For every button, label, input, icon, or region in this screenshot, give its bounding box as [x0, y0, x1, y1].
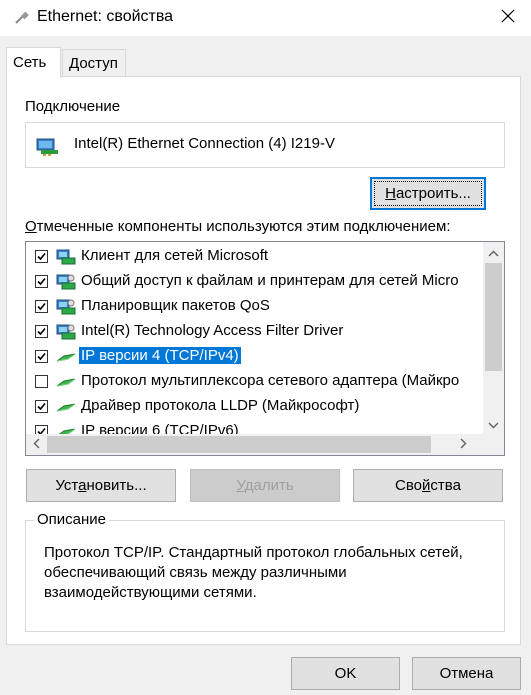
cancel-button-label: Отмена	[439, 665, 494, 682]
configure-button-label: Настроить...	[385, 185, 471, 202]
adapter-name: Intel(R) Ethernet Connection (4) I219-V	[74, 135, 335, 152]
component-label: Клиент для сетей Microsoft	[81, 247, 269, 264]
chevron-left-icon	[33, 436, 40, 453]
component-checkbox[interactable]	[35, 300, 48, 313]
component-checkbox[interactable]	[35, 350, 48, 363]
components-label: Отмеченные компоненты используются этим …	[25, 218, 451, 235]
configure-button[interactable]: Настроить...	[370, 177, 486, 210]
service-network-icon	[56, 323, 76, 341]
service-network-icon	[56, 273, 76, 291]
tab-panel: Подключение Intel(R) Ethernet Connection…	[6, 76, 521, 645]
close-icon	[501, 9, 515, 27]
component-checkbox[interactable]	[35, 275, 48, 288]
adapter-box: Intel(R) Ethernet Connection (4) I219-V	[25, 122, 505, 168]
network-cable-icon	[14, 11, 30, 25]
protocol-icon	[56, 398, 76, 416]
list-item[interactable]: Общий доступ к файлам и принтерам для се…	[26, 269, 484, 294]
window-title: Ethernet: свойства	[37, 8, 174, 25]
list-item[interactable]: IP версии 4 (TCP/IPv4)	[26, 344, 484, 369]
scroll-up-button[interactable]	[483, 242, 504, 263]
components-list[interactable]: Клиент для сетей Microsoft Общий доступ к…	[25, 241, 505, 456]
ok-button-label: OK	[334, 665, 357, 682]
components-list-viewport: Клиент для сетей Microsoft Общий доступ к…	[26, 242, 484, 435]
tab-network-label: Сеть	[13, 54, 47, 71]
component-label: Intel(R) Technology Access Filter Driver	[81, 322, 344, 339]
close-button[interactable]	[485, 0, 531, 36]
protocol-icon	[56, 373, 76, 391]
list-item[interactable]: Протокол мультиплексора сетевого адаптер…	[26, 369, 484, 394]
vertical-scrollbar[interactable]	[483, 242, 504, 435]
scroll-down-button[interactable]	[483, 414, 504, 435]
scroll-right-button[interactable]	[453, 434, 474, 455]
properties-button-label: Свойства	[395, 477, 461, 494]
tab-sharing[interactable]: Доступ	[62, 49, 126, 77]
list-item[interactable]: Планировщик пакетов QoS	[26, 294, 484, 319]
tab-network[interactable]: Сеть	[6, 47, 61, 78]
list-item[interactable]: Intel(R) Technology Access Filter Driver	[26, 319, 484, 344]
component-checkbox[interactable]	[35, 375, 48, 388]
network-adapter-icon	[36, 136, 60, 160]
horizontal-scrollbar[interactable]	[26, 434, 484, 455]
remove-button[interactable]: Удалить	[190, 469, 340, 502]
install-button-label: Установить...	[55, 477, 147, 494]
vertical-scroll-thumb[interactable]	[485, 263, 502, 371]
component-label: Протокол мультиплексора сетевого адаптер…	[81, 372, 460, 389]
properties-button[interactable]: Свойства	[353, 469, 503, 502]
protocol-icon	[56, 348, 76, 366]
install-button[interactable]: Установить...	[26, 469, 176, 502]
component-label: Общий доступ к файлам и принтерам для се…	[81, 272, 459, 289]
component-checkbox[interactable]	[35, 400, 48, 413]
scroll-left-button[interactable]	[26, 434, 47, 455]
list-item[interactable]: Драйвер протокола LLDP (Майкрософт)	[26, 394, 484, 419]
ok-button[interactable]: OK	[291, 657, 400, 690]
list-item[interactable]: Клиент для сетей Microsoft	[26, 244, 484, 269]
component-label: Планировщик пакетов QoS	[81, 297, 270, 314]
connection-label: Подключение	[25, 98, 121, 115]
title-bar: Ethernet: свойства	[0, 0, 531, 36]
component-checkbox[interactable]	[35, 250, 48, 263]
description-text: Протокол TCP/IP. Стандартный протокол гл…	[44, 544, 463, 601]
list-item[interactable]: IP версии 6 (TCP/IPv6)	[26, 419, 484, 435]
scrollbar-corner	[483, 434, 504, 455]
chevron-right-icon	[460, 436, 467, 453]
component-label: Драйвер протокола LLDP (Майкрософт)	[81, 397, 360, 414]
chevron-down-icon	[488, 416, 499, 433]
component-checkbox[interactable]	[35, 325, 48, 338]
tab-sharing-label: Доступ	[69, 55, 118, 72]
component-label: IP версии 4 (TCP/IPv4)	[78, 346, 242, 365]
remove-button-label: Удалить	[236, 477, 294, 494]
chevron-up-icon	[488, 244, 499, 261]
client-network-icon	[56, 248, 76, 266]
horizontal-scroll-thumb[interactable]	[47, 436, 431, 453]
description-legend: Описание	[34, 511, 110, 528]
service-network-icon	[56, 298, 76, 316]
description-group: Описание Протокол TCP/IP. Стандартный пр…	[25, 511, 505, 632]
cancel-button[interactable]: Отмена	[412, 657, 521, 690]
